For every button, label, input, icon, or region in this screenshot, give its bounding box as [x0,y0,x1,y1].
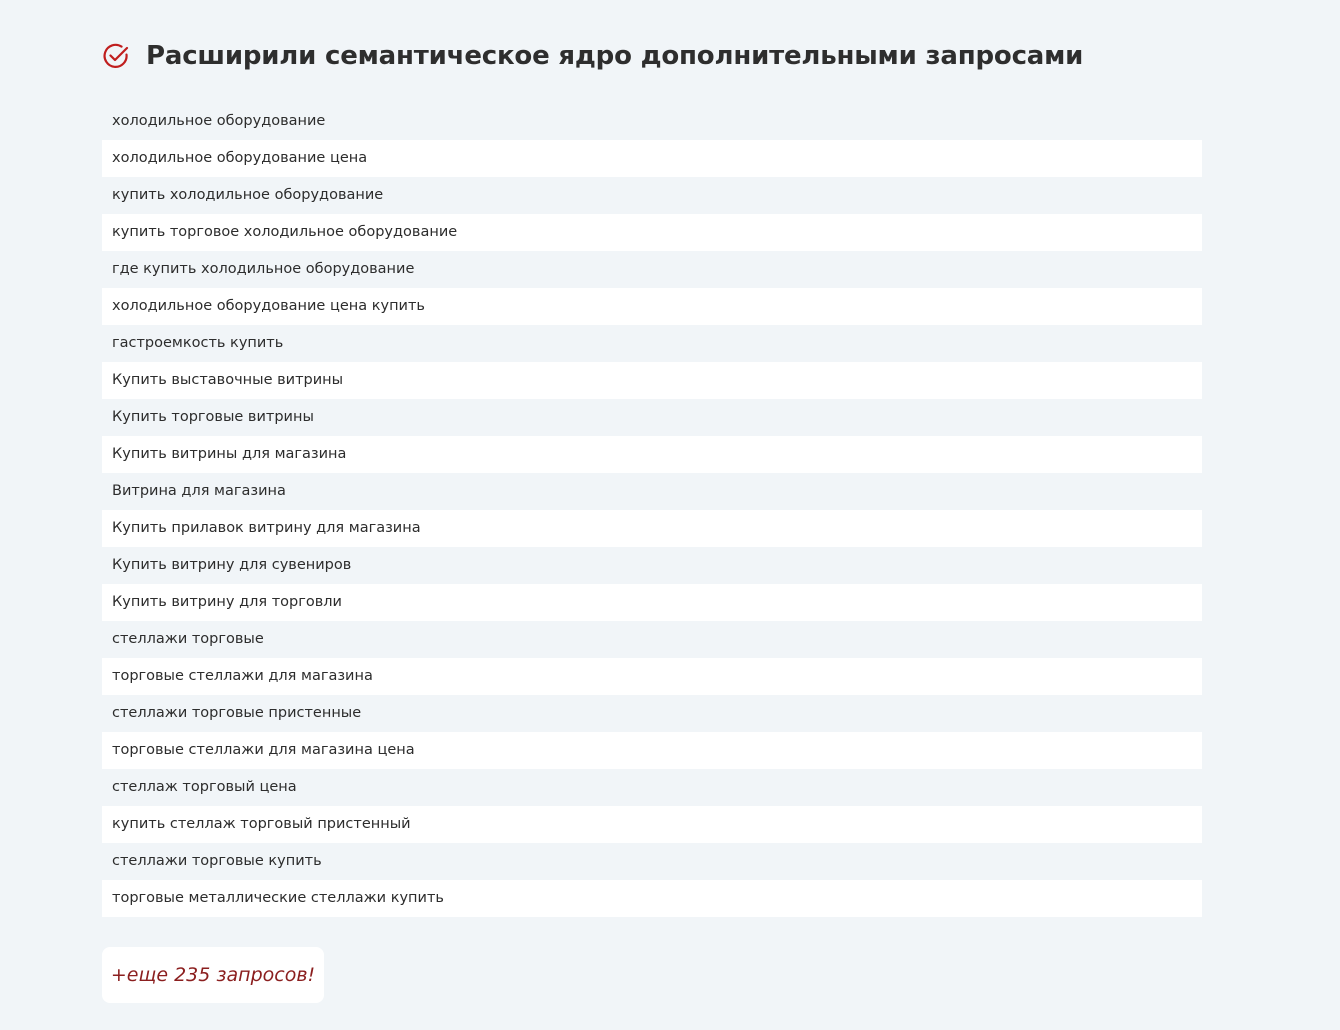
page-title: Расширили семантическое ядро дополнитель… [146,41,1084,71]
query-list-item: торговые стеллажи для магазина [102,658,1202,695]
query-list-item: купить стеллаж торговый пристенный [102,806,1202,843]
query-list-item: торговые металлические стеллажи купить [102,880,1202,917]
section-heading: Расширили семантическое ядро дополнитель… [102,36,1202,76]
query-list-item: купить холодильное оборудование [112,187,384,203]
semantic-core-section: Расширили семантическое ядро дополнитель… [102,36,1202,917]
query-list-item: холодильное оборудование цена купить [102,288,1202,325]
query-list-item: Купить витрины для магазина [102,436,1202,473]
query-list: холодильное оборудование холодильное обор… [102,103,1202,917]
more-queries-badge: +еще 235 запросов! [102,947,324,1003]
query-list-item: Купить выставочные витрины [102,362,1202,399]
query-list-item: стеллаж торговый цена [112,779,297,795]
query-list-item: торговые стеллажи для магазина цена [102,732,1202,769]
query-list-item: холодильное оборудование цена [102,140,1202,177]
query-list-item: Купить витрину для торговли [102,584,1202,621]
query-list-item: где купить холодильное оборудование [112,261,415,277]
more-queries-label: +еще 235 запросов! [110,964,316,986]
query-list-item: Купить витрину для сувениров [112,557,352,573]
query-list-item: гастроемкость купить [112,335,284,351]
query-list-item: холодильное оборудование [112,113,326,129]
query-list-item: Витрина для магазина [112,483,286,499]
query-list-item: купить торговое холодильное оборудование [102,214,1202,251]
check-circle-icon [102,42,130,70]
query-list-item: стеллажи торговые [112,631,264,647]
query-list-item: Купить торговые витрины [112,409,314,425]
query-list-item: Купить прилавок витрину для магазина [102,510,1202,547]
query-list-item: стеллажи торговые купить [112,853,322,869]
query-list-item: стеллажи торговые пристенные [112,705,362,721]
